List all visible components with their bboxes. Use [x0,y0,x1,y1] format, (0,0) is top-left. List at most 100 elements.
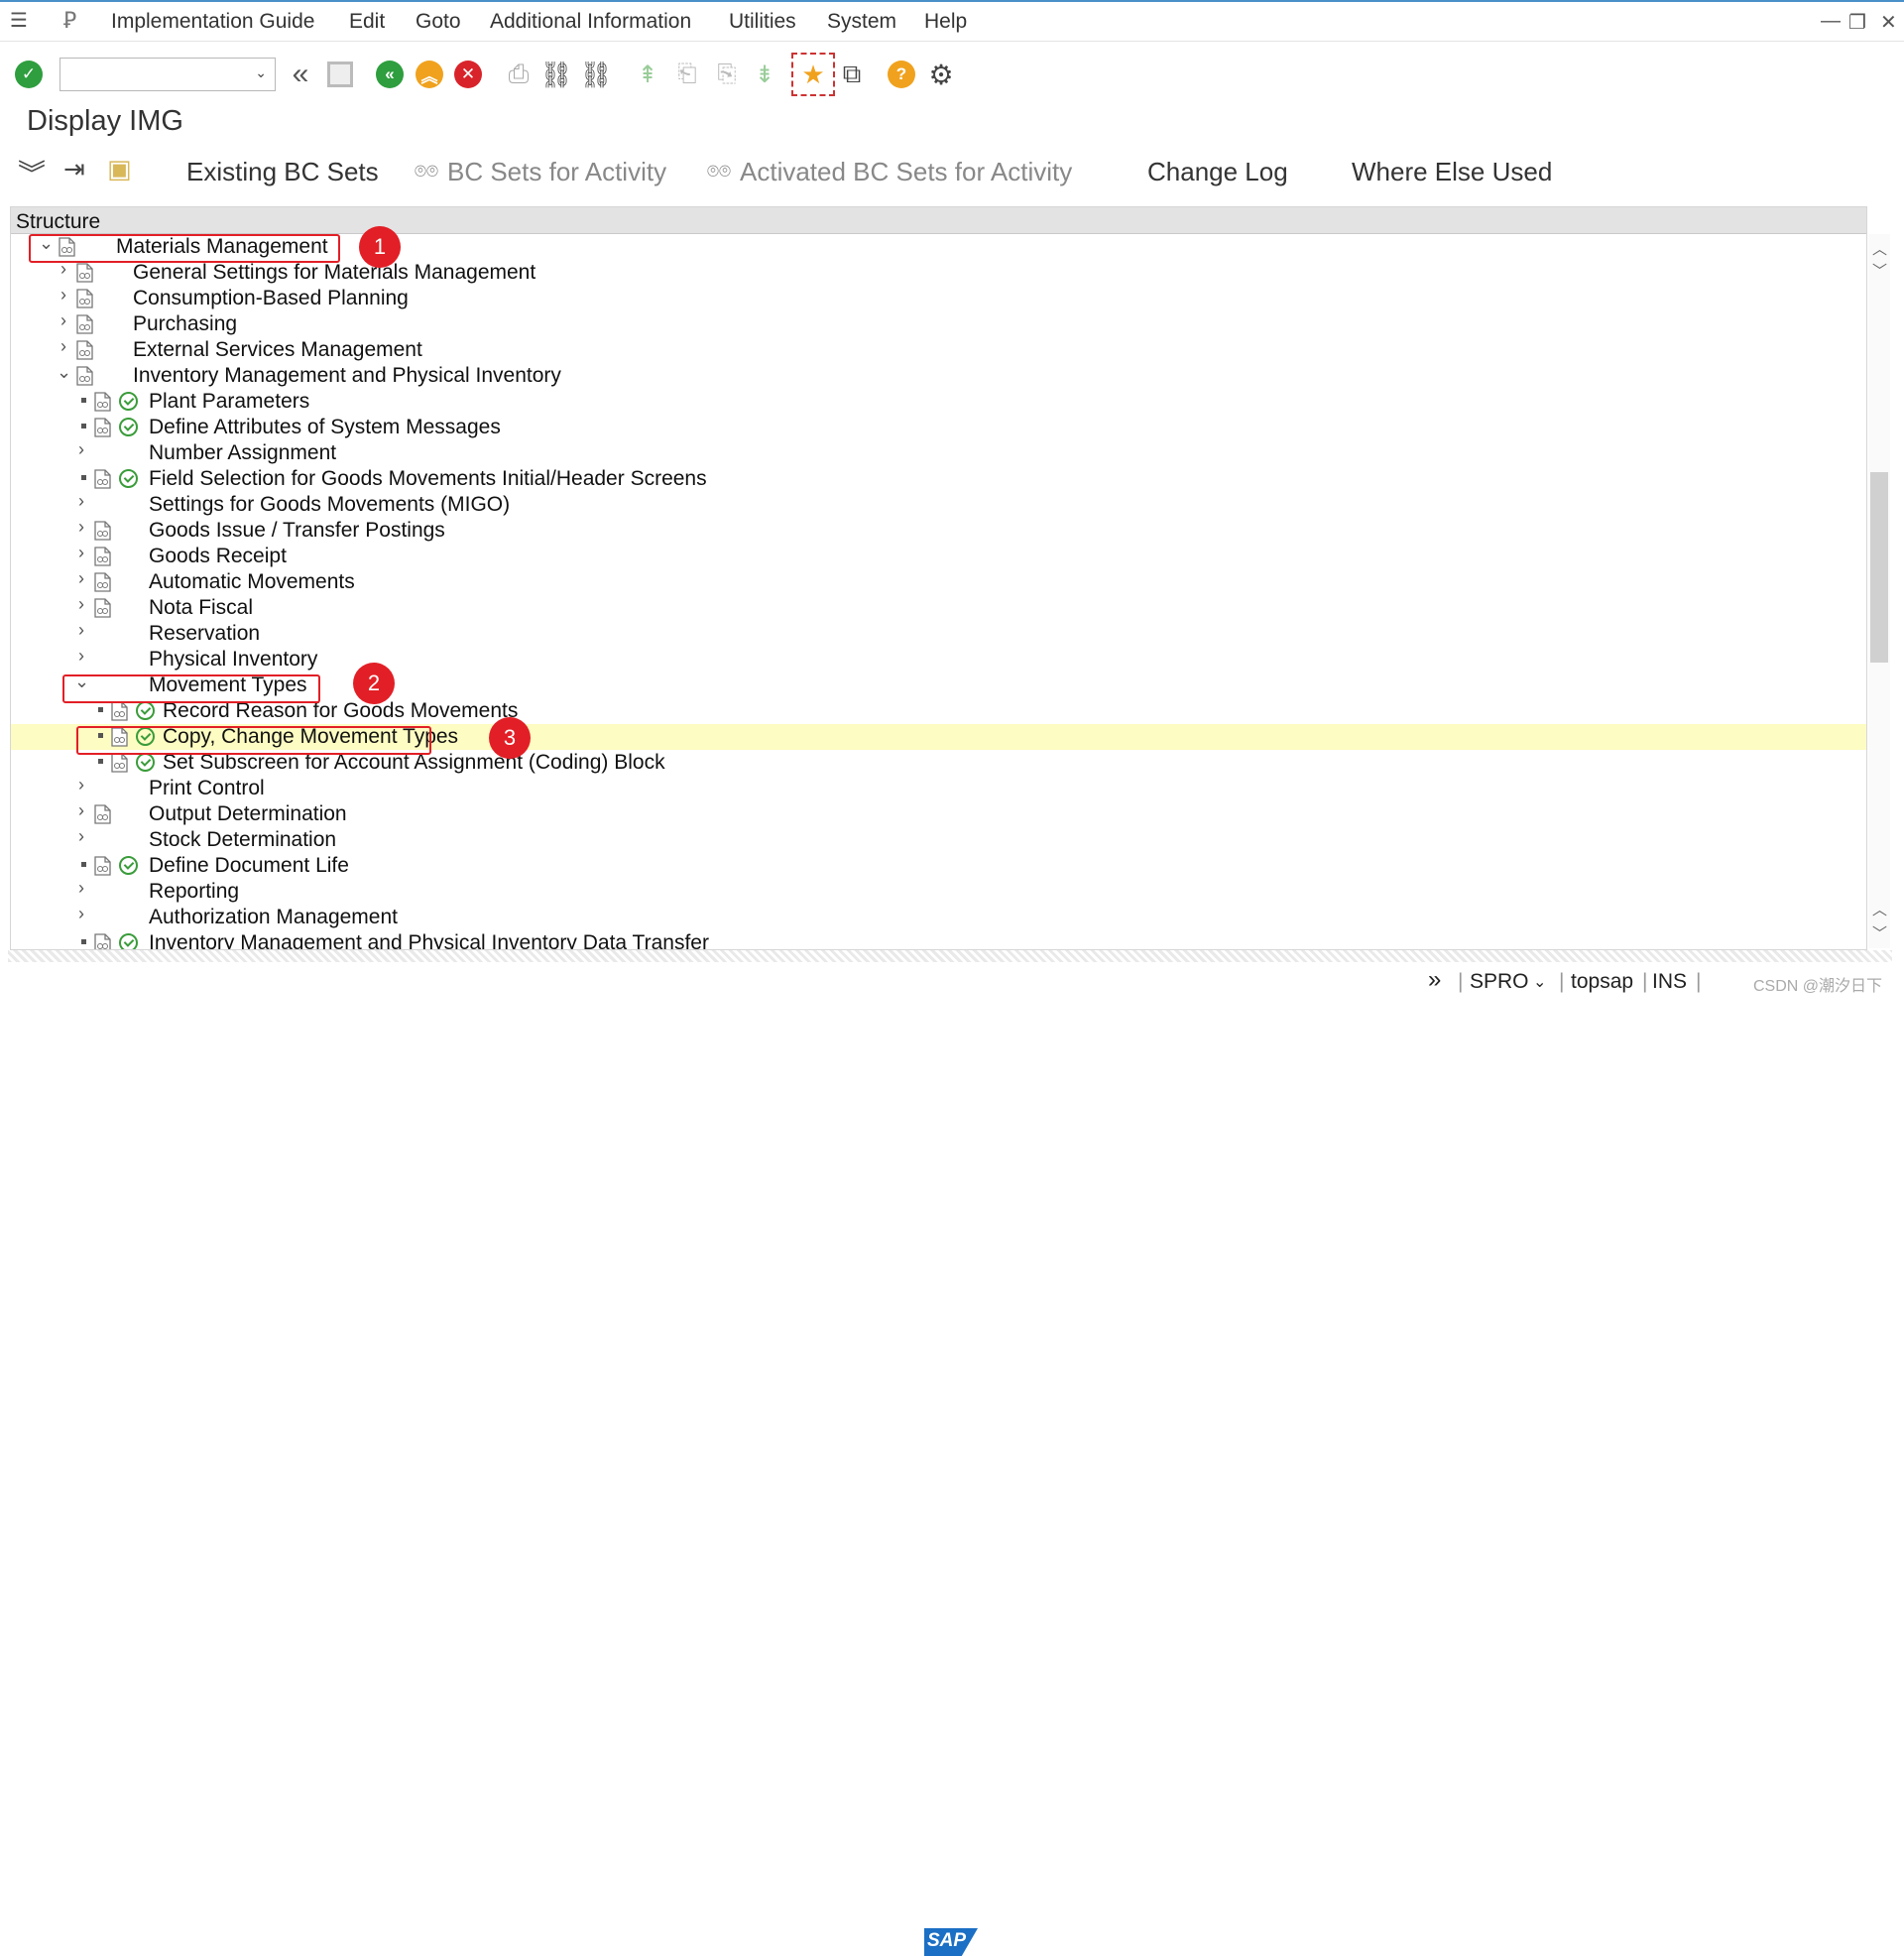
documentation-icon[interactable] [94,469,111,489]
tree-row[interactable]: Define Attributes of System Messages [11,415,1866,440]
scrollbar-thumb[interactable] [1870,472,1888,663]
tree-node-label[interactable]: Automatic Movements [149,570,355,594]
collapsed-chevron-icon[interactable]: › [74,543,88,563]
tree-node-label[interactable]: Purchasing [133,312,237,336]
tree-row[interactable]: › Reporting [11,878,1866,905]
tree-node-label[interactable]: Number Assignment [149,441,336,465]
tree-node-label[interactable]: Define Document Life [149,854,349,878]
documentation-icon[interactable] [94,521,111,541]
restore-button[interactable]: ❐ [1848,10,1866,35]
tree-row[interactable]: › Consumption-Based Planning [11,285,1866,311]
back-button[interactable]: « [375,60,405,89]
tree-node-label[interactable]: Goods Issue / Transfer Postings [149,519,445,543]
collapsed-chevron-icon[interactable]: › [74,904,88,924]
scroll-down-bottom-icon[interactable]: ﹀ [1872,922,1887,943]
where-else-used-button[interactable]: Where Else Used [1352,157,1552,187]
collapse-left-icon[interactable]: « [286,58,315,90]
customize-layout-button[interactable]: ⚙ [926,60,956,90]
execute-activity-icon[interactable] [119,469,138,488]
execute-activity-icon[interactable] [119,856,138,875]
menu-goto[interactable]: Goto [416,10,461,34]
documentation-icon[interactable] [76,263,93,283]
existing-bc-sets-button[interactable]: Existing BC Sets [186,157,379,187]
tree-row[interactable]: › Number Assignment [11,439,1866,466]
documentation-icon[interactable] [94,572,111,592]
collapsed-chevron-icon[interactable]: › [74,594,88,615]
create-session-button[interactable]: ★ [791,53,835,96]
tree-node-label[interactable]: Nota Fiscal [149,596,253,620]
tree-row[interactable]: › Automatic Movements [11,568,1866,595]
minimize-button[interactable]: — [1821,10,1841,33]
tree-node-label[interactable]: Print Control [149,777,265,800]
menu-edit[interactable]: Edit [349,10,385,34]
execute-activity-icon[interactable] [119,392,138,411]
collapsed-chevron-icon[interactable]: › [57,336,70,357]
collapsed-chevron-icon[interactable]: › [57,285,70,306]
execute-activity-icon[interactable] [136,701,155,720]
documentation-icon[interactable] [94,392,111,412]
collapsed-chevron-icon[interactable]: › [74,826,88,847]
documentation-icon[interactable] [94,418,111,437]
documentation-icon[interactable] [94,804,111,824]
tree-row[interactable]: › Authorization Management [11,904,1866,930]
menu-implementation-guide[interactable]: Implementation Guide [111,10,314,34]
generate-shortcut-button[interactable]: ⧉ [837,59,867,89]
tree-node-label[interactable]: Consumption-Based Planning [133,287,409,310]
tree-node-label[interactable]: Reporting [149,880,239,904]
collapsed-chevron-icon[interactable]: › [74,646,88,667]
tree-row[interactable]: › External Services Management [11,336,1866,363]
scroll-up-bottom-icon[interactable]: ︿ [1872,899,1887,919]
sap-menu-icon[interactable]: Ꝑ [63,8,76,34]
collapsed-chevron-icon[interactable]: › [57,310,70,331]
close-window-button[interactable]: ✕ [1880,10,1897,35]
documentation-icon[interactable] [94,598,111,618]
menu-additional-information[interactable]: Additional Information [490,10,691,34]
tree-node-label[interactable]: Field Selection for Goods Movements Init… [149,467,707,491]
tree-node-label[interactable]: Plant Parameters [149,390,309,414]
menu-help[interactable]: Help [924,10,967,34]
tree-row[interactable]: › Goods Receipt [11,543,1866,569]
scroll-down-icon[interactable]: ﹀ [1872,260,1887,281]
menu-utilities[interactable]: Utilities [729,10,796,34]
tree-row[interactable]: Define Document Life [11,853,1866,879]
tree-node-label[interactable]: Output Determination [149,802,347,826]
collapsed-chevron-icon[interactable]: › [74,620,88,641]
documentation-icon[interactable] [76,366,93,386]
collapsed-chevron-icon[interactable]: › [74,491,88,512]
documentation-icon[interactable] [94,547,111,566]
documentation-icon[interactable] [94,856,111,876]
tree-node-label[interactable]: Inventory Management and Physical Invent… [149,931,709,949]
bc-sets-for-activity-button[interactable]: BC Sets for Activity [447,157,666,187]
tree-row[interactable]: › Stock Determination [11,826,1866,853]
documentation-icon[interactable] [76,340,93,360]
documentation-icon[interactable] [111,753,128,773]
find-next-button[interactable]: ⛓ [580,60,613,89]
tree-row[interactable]: Inventory Management and Physical Invent… [11,930,1866,949]
tree-row[interactable]: › Physical Inventory [11,646,1866,672]
menu-system[interactable]: System [827,10,896,34]
find-button[interactable]: ⛓ [540,60,573,89]
change-log-button[interactable]: Change Log [1147,157,1288,187]
tree-row[interactable]: › General Settings for Materials Manageme… [11,259,1866,286]
expanded-chevron-icon[interactable]: ⌄ [57,362,71,383]
tree-row[interactable]: › Nota Fiscal [11,594,1866,621]
menu-icon[interactable]: ☰ [10,8,28,33]
help-button[interactable]: ? [887,60,916,89]
previous-page-button[interactable]: ⎗ [672,60,702,89]
chevron-down-icon[interactable]: ⌄ [255,64,267,81]
status-expand-icon[interactable]: » [1428,966,1441,994]
execute-activity-icon[interactable] [119,418,138,436]
tree-node-label[interactable]: Inventory Management and Physical Invent… [133,364,561,388]
tree-row[interactable]: › Print Control [11,775,1866,801]
collapsed-chevron-icon[interactable]: › [74,517,88,538]
documentation-icon[interactable] [76,314,93,334]
execute-activity-icon[interactable] [136,753,155,772]
documentation-icon[interactable] [76,289,93,308]
import-icon[interactable]: ⇥ [63,154,85,184]
tree-node-label[interactable]: General Settings for Materials Managemen… [133,261,536,285]
last-page-button[interactable]: ⇟ [750,60,779,89]
tree-row[interactable]: Field Selection for Goods Movements Init… [11,466,1866,492]
bc-set-icon[interactable]: ▣ [107,154,132,184]
tree-node-label[interactable]: Goods Receipt [149,545,287,568]
status-dropdown-icon[interactable]: ⌄ [1533,972,1546,992]
